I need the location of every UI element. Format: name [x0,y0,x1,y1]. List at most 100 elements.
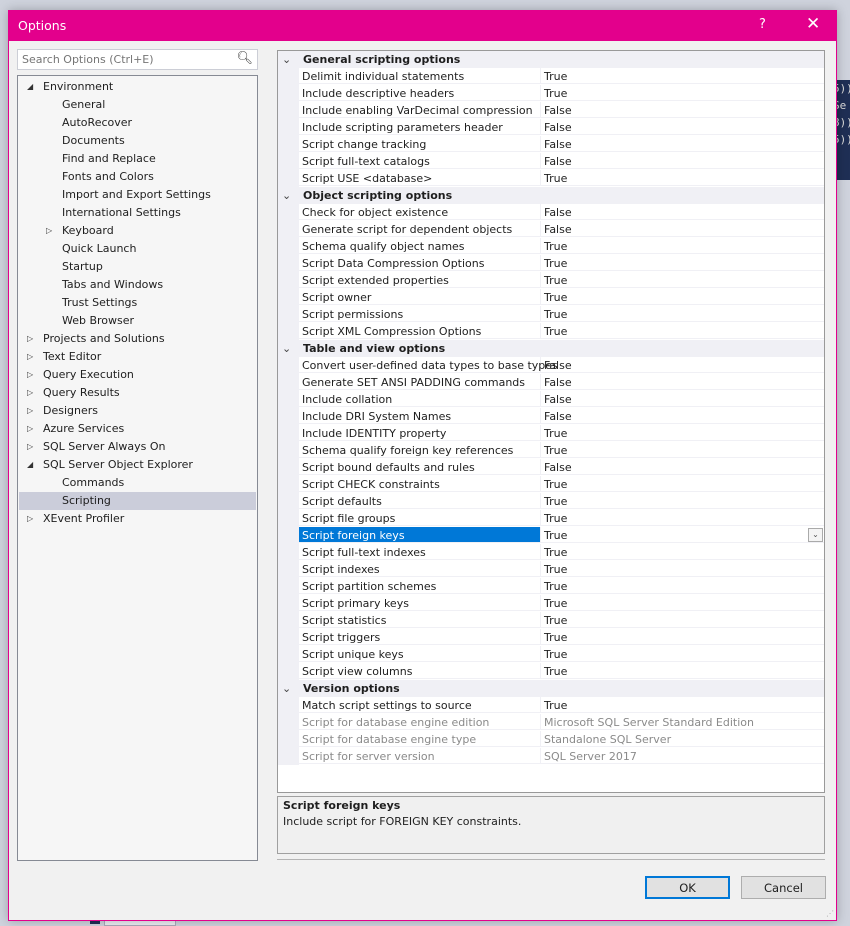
property-name[interactable]: Include scripting parameters header [299,119,541,135]
collapsed-arrow-icon[interactable]: ▷ [27,438,33,456]
property-row[interactable]: Include collation False [278,391,824,408]
property-name[interactable]: Script XML Compression Options [299,323,541,339]
property-row[interactable]: Script defaults True [278,493,824,510]
property-name[interactable]: Generate script for dependent objects [299,221,541,237]
close-button[interactable]: ✕ [806,14,820,34]
property-row[interactable]: Script change tracking False [278,136,824,153]
property-name[interactable]: Script Data Compression Options [299,255,541,271]
property-grid[interactable]: ⌄ General scripting options Delimit indivi… [277,50,825,793]
property-row[interactable]: Script for server version SQL Server 2017 [278,748,824,765]
property-value[interactable]: True [541,425,824,441]
property-row[interactable]: Schema qualify foreign key references Tru… [278,442,824,459]
property-row[interactable]: Script full-text indexes True [278,544,824,561]
property-value[interactable]: False [541,119,824,135]
property-value[interactable]: True [541,170,824,186]
property-row[interactable]: Include DRI System Names False [278,408,824,425]
property-value[interactable]: Microsoft SQL Server Standard Edition [541,714,824,730]
tree-item[interactable]: ▷ Designers [19,402,256,420]
property-value[interactable]: False [541,102,824,118]
property-name[interactable]: Script unique keys [299,646,541,662]
tree-item[interactable]: Trust Settings [19,294,256,312]
property-value[interactable]: True [541,663,824,679]
property-row[interactable]: Script full-text catalogs False [278,153,824,170]
expanded-arrow-icon[interactable]: ◢ [27,78,33,96]
options-tree[interactable]: ◢ Environment General AutoRecover Documents F… [17,75,258,861]
property-value[interactable]: True [541,629,824,645]
expanded-arrow-icon[interactable]: ◢ [27,456,33,474]
property-value[interactable]: True [541,544,824,560]
property-value[interactable]: True [541,272,824,288]
property-value[interactable]: False [541,136,824,152]
tree-item[interactable]: Quick Launch [19,240,256,258]
property-name[interactable]: Include descriptive headers [299,85,541,101]
property-name[interactable]: Script primary keys [299,595,541,611]
property-row[interactable]: Script unique keys True [278,646,824,663]
tree-item[interactable]: ▷ Text Editor [19,348,256,366]
property-name[interactable]: Script indexes [299,561,541,577]
property-row[interactable]: Generate SET ANSI PADDING commands False [278,374,824,391]
property-value[interactable]: True [541,238,824,254]
tree-item[interactable]: Documents [19,132,256,150]
search-input[interactable] [18,50,232,69]
tree-item[interactable]: AutoRecover [19,114,256,132]
ok-button[interactable]: OK [645,876,730,899]
property-name[interactable]: Script for database engine type [299,731,541,747]
property-name[interactable]: Script for server version [299,748,541,764]
property-row[interactable]: Convert user-defined data types to base … [278,357,824,374]
tree-item[interactable]: ▷ Query Results [19,384,256,402]
property-row[interactable]: Check for object existence False [278,204,824,221]
tree-item[interactable]: ▷ Query Execution [19,366,256,384]
property-row[interactable]: Match script settings to source True [278,697,824,714]
tree-item[interactable]: ◢ SQL Server Object Explorer [19,456,256,474]
property-name[interactable]: Check for object existence [299,204,541,220]
property-name[interactable]: Script partition schemes [299,578,541,594]
property-value[interactable]: True [541,493,824,509]
property-value[interactable]: True [541,476,824,492]
search-icon[interactable]: 🔍︎ [236,51,253,66]
property-value[interactable]: True [541,289,824,305]
collapsed-arrow-icon[interactable]: ▷ [46,222,52,240]
property-name[interactable]: Schema qualify foreign key references [299,442,541,458]
property-value[interactable]: False [541,221,824,237]
tree-item[interactable]: International Settings [19,204,256,222]
property-row[interactable]: Script extended properties True [278,272,824,289]
tree-item[interactable]: Import and Export Settings [19,186,256,204]
property-row[interactable]: Include descriptive headers True [278,85,824,102]
property-row[interactable]: Script owner True [278,289,824,306]
property-name[interactable]: Script USE <database> [299,170,541,186]
property-row[interactable]: Include enabling VarDecimal compression F… [278,102,824,119]
property-value[interactable]: False [541,408,824,424]
property-row[interactable]: Script statistics True [278,612,824,629]
property-value[interactable]: False [541,391,824,407]
property-value[interactable]: True [541,306,824,322]
collapsed-arrow-icon[interactable]: ▷ [27,384,33,402]
property-name[interactable]: Script triggers [299,629,541,645]
property-name[interactable]: Script view columns [299,663,541,679]
cancel-button[interactable]: Cancel [741,876,826,899]
property-value[interactable]: True [541,85,824,101]
collapsed-arrow-icon[interactable]: ▷ [27,420,33,438]
property-name[interactable]: Script owner [299,289,541,305]
property-value[interactable]: True [541,527,824,543]
tree-item[interactable]: ▷ SQL Server Always On [19,438,256,456]
property-name[interactable]: Include DRI System Names [299,408,541,424]
property-name[interactable]: Script for database engine edition [299,714,541,730]
property-name[interactable]: Script statistics [299,612,541,628]
category-header[interactable]: ⌄ Version options [278,680,824,697]
property-value[interactable]: True [541,510,824,526]
property-value[interactable]: True [541,612,824,628]
property-value[interactable]: False [541,459,824,475]
collapsed-arrow-icon[interactable]: ▷ [27,402,33,420]
property-name[interactable]: Generate SET ANSI PADDING commands [299,374,541,390]
property-row[interactable]: Script permissions True [278,306,824,323]
tree-item[interactable]: ▷ Azure Services [19,420,256,438]
property-name[interactable]: Convert user-defined data types to base … [299,357,558,373]
property-value[interactable]: Standalone SQL Server [541,731,824,747]
property-name[interactable]: Script change tracking [299,136,541,152]
tree-item[interactable]: Commands [19,474,256,492]
chevron-down-icon[interactable]: ⌄ [282,680,291,697]
property-row[interactable]: Script XML Compression Options True [278,323,824,340]
property-value[interactable]: False [541,153,824,169]
property-name[interactable]: Script full-text indexes [299,544,541,560]
property-value[interactable]: True [541,697,824,713]
